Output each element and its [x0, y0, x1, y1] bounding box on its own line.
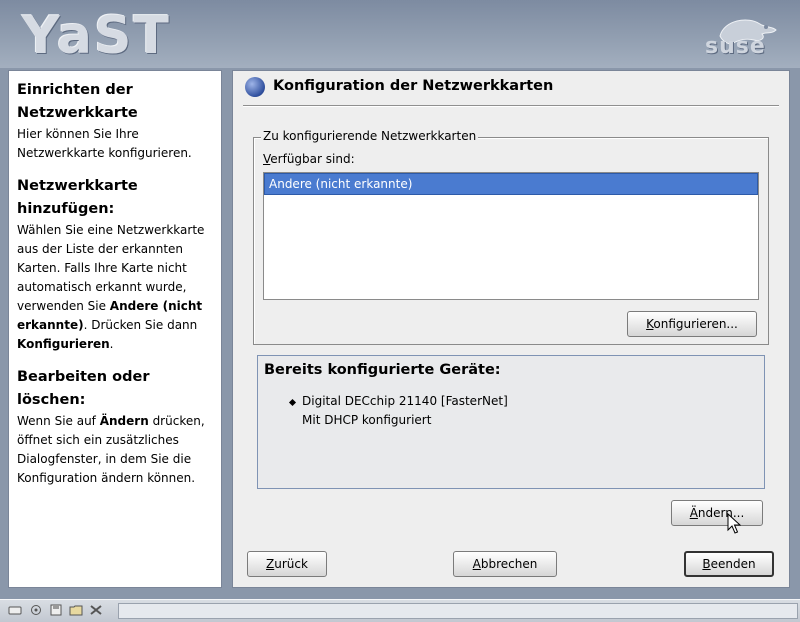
help-heading-setup: Einrichten der Netzwerkkarte: [17, 82, 138, 121]
yast-logo: YaST: [22, 6, 171, 66]
tools-icon[interactable]: [89, 604, 103, 616]
help-bold-change: Ändern: [99, 414, 149, 428]
mnemonic: Ä: [689, 506, 698, 520]
mouse-pointer-icon: [727, 513, 741, 534]
mnemonic: A: [472, 557, 481, 571]
button-label: onfigurieren...: [653, 317, 738, 331]
list-item-other-card[interactable]: Andere (nicht erkannte): [264, 173, 758, 195]
help-text-setup: Hier können Sie Ihre Netzwerkkarte konfi…: [17, 127, 192, 160]
cards-frame-title: Zu konfigurierende Netzwerkkarten: [261, 129, 479, 143]
label-text: erfügbar sind:: [270, 152, 355, 166]
dialog-panel: Konfiguration der Netzwerkkarten Zu konf…: [232, 70, 790, 588]
cancel-button[interactable]: Abbrechen: [453, 551, 557, 577]
help-heading-add: Netzwerkkarte hinzufügen:: [17, 178, 138, 217]
floppy-icon[interactable]: [49, 604, 63, 616]
help-text-add: Wählen Sie eine Netzwerkkarte aus der Li…: [17, 221, 213, 354]
help-bold-configure: Konfigurieren: [17, 337, 110, 351]
finish-button[interactable]: Beenden: [684, 551, 774, 577]
device-detail: Mit DHCP konfiguriert: [302, 413, 432, 427]
configured-devices-box: Bereits konfigurierte Geräte: Digital DE…: [257, 355, 765, 489]
button-label: urück: [274, 557, 308, 571]
help-text-edit: Wenn Sie auf Ändern drücken, öffnet sich…: [17, 412, 213, 488]
button-label: eenden: [710, 557, 756, 571]
dialog-title: Konfiguration der Netzwerkkarten: [273, 78, 554, 94]
taskbar-tasklist[interactable]: [118, 603, 798, 619]
change-button[interactable]: Ändern...: [671, 500, 763, 526]
mnemonic: B: [702, 557, 711, 571]
help-text-fragment: Wenn Sie auf: [17, 414, 100, 428]
menu-icon[interactable]: [8, 604, 22, 616]
globe-icon: [245, 77, 265, 97]
help-panel: Einrichten der Netzwerkkarte Hier können…: [8, 70, 222, 588]
help-text-fragment: . Drücken Sie dann: [83, 318, 198, 332]
taskbar: [0, 599, 800, 622]
available-label: Verfügbar sind:: [263, 152, 355, 166]
available-cards-list[interactable]: Andere (nicht erkannte): [263, 172, 759, 300]
help-text-fragment: .: [109, 337, 114, 351]
configure-button[interactable]: Konfigurieren...: [627, 311, 757, 337]
bullet-icon: [288, 398, 297, 407]
title-divider: [243, 105, 779, 106]
refresh-icon[interactable]: [29, 604, 43, 616]
suse-logo: suse: [705, 34, 766, 59]
folder-icon[interactable]: [69, 604, 83, 616]
button-label: bbrechen: [480, 557, 538, 571]
configured-devices-title: Bereits konfigurierte Geräte:: [264, 362, 501, 378]
help-heading-edit: Bearbeiten oder löschen:: [17, 369, 150, 408]
back-button[interactable]: Zurück: [247, 551, 327, 577]
device-name: Digital DECchip 21140 [FasterNet]: [302, 394, 508, 408]
header-bar: YaST suse: [0, 0, 800, 68]
